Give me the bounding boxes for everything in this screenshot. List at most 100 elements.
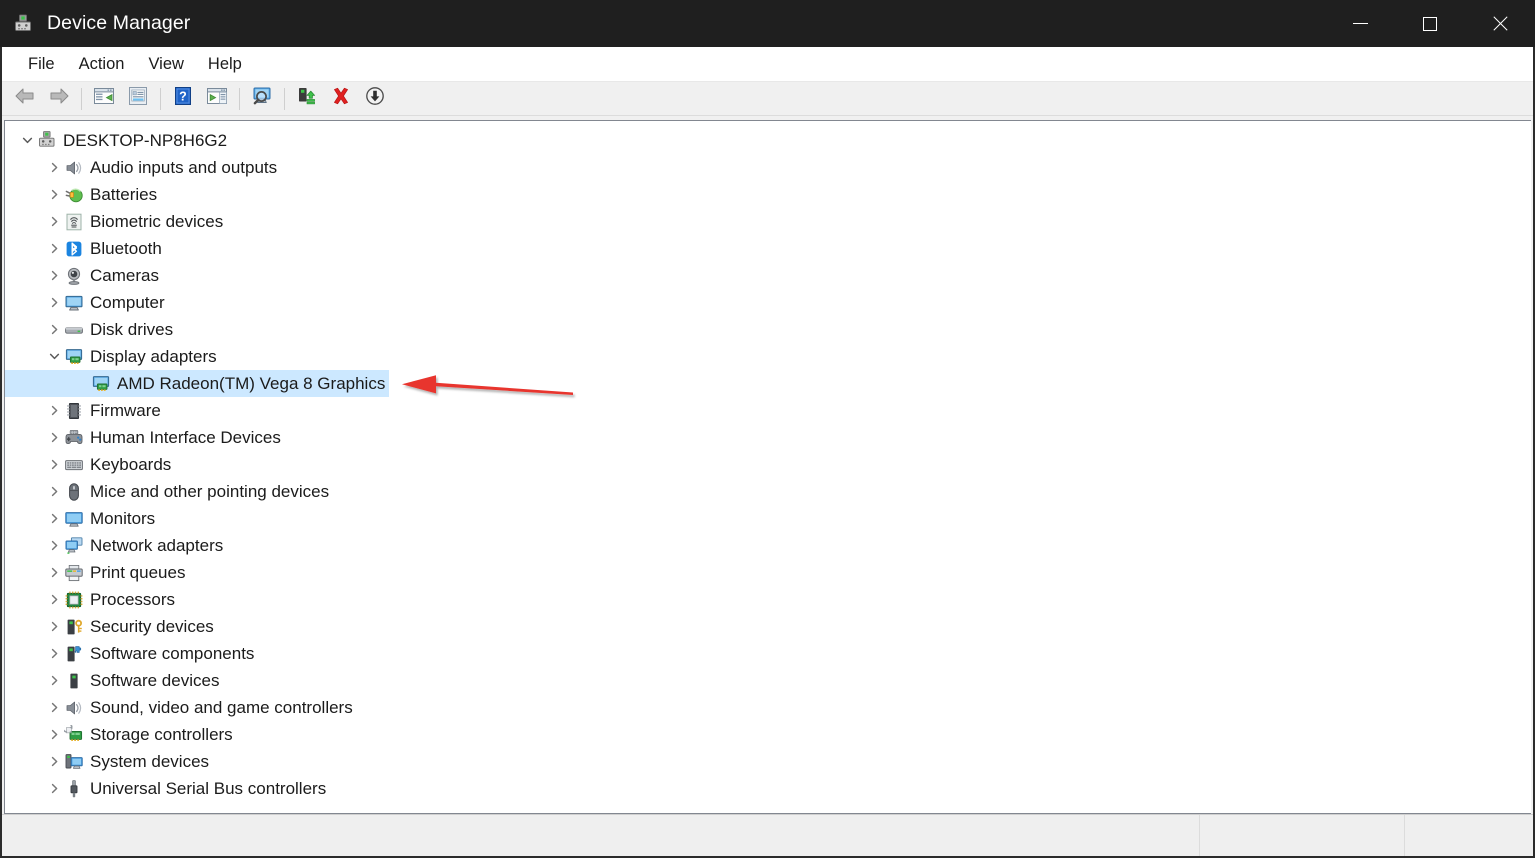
tree-node-bluetooth[interactable]: Bluetooth [5, 235, 166, 262]
chevron-right-icon[interactable] [45, 316, 63, 343]
chevron-right-icon[interactable] [45, 181, 63, 208]
scan-hardware-changes-button[interactable] [245, 84, 279, 114]
tree-node-computer[interactable]: Computer [5, 289, 169, 316]
forward-arrow-icon [47, 86, 71, 111]
back-button[interactable] [8, 84, 42, 114]
chevron-right-icon[interactable] [45, 586, 63, 613]
chevron-right-icon[interactable] [45, 721, 63, 748]
close-button[interactable] [1465, 0, 1535, 47]
menu-item-view[interactable]: View [136, 52, 195, 77]
tree-row[interactable]: AMD Radeon(TM) Vega 8 Graphics [5, 370, 1531, 397]
tree-row[interactable]: Bluetooth [5, 235, 1531, 262]
show-hide-console-tree-button[interactable] [87, 84, 121, 114]
tree-row[interactable]: Cameras [5, 262, 1531, 289]
tree-node-keyboards[interactable]: Keyboards [5, 451, 175, 478]
tree-node-disk-drives[interactable]: Disk drives [5, 316, 177, 343]
minimize-button[interactable] [1325, 0, 1395, 47]
tree-node-firmware[interactable]: Firmware [5, 397, 165, 424]
tree-row[interactable]: Monitors [5, 505, 1531, 532]
disable-device-button[interactable] [358, 84, 392, 114]
tree-row[interactable]: Universal Serial Bus controllers [5, 775, 1531, 802]
tree-row[interactable]: Computer [5, 289, 1531, 316]
tree-node-mice-and-other-pointing-devices[interactable]: Mice and other pointing devices [5, 478, 333, 505]
tree-node-monitors[interactable]: Monitors [5, 505, 159, 532]
chevron-right-icon[interactable] [45, 262, 63, 289]
tree-node-network-adapters[interactable]: Network adapters [5, 532, 227, 559]
toolbar-separator [239, 87, 240, 110]
tree-row[interactable]: Mice and other pointing devices [5, 478, 1531, 505]
tree-row[interactable]: Software devices [5, 667, 1531, 694]
tree-row[interactable]: Display adapters [5, 343, 1531, 370]
tree-row[interactable]: Disk drives [5, 316, 1531, 343]
chevron-down-icon[interactable] [45, 343, 63, 370]
tree-node-batteries[interactable]: Batteries [5, 181, 161, 208]
tree-node-cameras[interactable]: Cameras [5, 262, 163, 289]
tree-node-amd-radeon-vega-8-graphics[interactable]: AMD Radeon(TM) Vega 8 Graphics [5, 370, 390, 397]
menu-item-file[interactable]: File [16, 52, 67, 77]
maximize-button[interactable] [1395, 0, 1465, 47]
chevron-down-icon[interactable] [18, 127, 36, 154]
tree-node-system-devices[interactable]: System devices [5, 748, 213, 775]
chevron-right-icon[interactable] [45, 505, 63, 532]
tree-node-label: Human Interface Devices [90, 428, 281, 447]
tree-row[interactable]: Software components [5, 640, 1531, 667]
tree-row[interactable]: Keyboards [5, 451, 1531, 478]
chevron-right-icon[interactable] [45, 154, 63, 181]
chevron-right-icon[interactable] [45, 478, 63, 505]
tree-node-label: Sound, video and game controllers [90, 698, 353, 717]
update-driver-button[interactable] [290, 84, 324, 114]
tree-node-software-devices[interactable]: Software devices [5, 667, 223, 694]
tree-row[interactable]: Sound, video and game controllers [5, 694, 1531, 721]
device-tree[interactable]: DESKTOP-NP8H6G2 Audio inputs and outputs… [4, 120, 1531, 814]
tree-node-root[interactable]: DESKTOP-NP8H6G2 [5, 127, 231, 154]
chevron-right-icon[interactable] [45, 235, 63, 262]
tree-row[interactable]: System devices [5, 748, 1531, 775]
chevron-right-icon[interactable] [45, 640, 63, 667]
chevron-right-icon[interactable] [45, 208, 63, 235]
tree-node-display-adapters[interactable]: Display adapters [5, 343, 221, 370]
tree-row[interactable]: Firmware [5, 397, 1531, 424]
tree-row[interactable]: DESKTOP-NP8H6G2 [5, 127, 1531, 154]
chevron-right-icon[interactable] [45, 424, 63, 451]
tree-row[interactable]: Storage controllers [5, 721, 1531, 748]
properties-button[interactable] [121, 84, 155, 114]
title-bar[interactable]: Device Manager [0, 0, 1535, 47]
tree-row[interactable]: Human Interface Devices [5, 424, 1531, 451]
chevron-right-icon[interactable] [45, 289, 63, 316]
tree-node-processors[interactable]: Processors [5, 586, 179, 613]
chevron-right-icon[interactable] [45, 613, 63, 640]
tree-node-print-queues[interactable]: Print queues [5, 559, 189, 586]
help-button[interactable]: ? [166, 84, 200, 114]
chevron-right-icon[interactable] [45, 775, 63, 802]
tree-node-universal-serial-bus-controllers[interactable]: Universal Serial Bus controllers [5, 775, 330, 802]
tree-row[interactable]: Network adapters [5, 532, 1531, 559]
chevron-right-icon[interactable] [45, 667, 63, 694]
show-hide-action-pane-button[interactable] [200, 84, 234, 114]
tree-node-sound-video-and-game-controllers[interactable]: Sound, video and game controllers [5, 694, 357, 721]
chevron-right-icon[interactable] [45, 694, 63, 721]
uninstall-device-button[interactable] [324, 84, 358, 114]
tree-node-storage-controllers[interactable]: Storage controllers [5, 721, 237, 748]
tree-node-software-components[interactable]: Software components [5, 640, 258, 667]
tree-row[interactable]: Audio inputs and outputs [5, 154, 1531, 181]
chevron-right-icon[interactable] [45, 559, 63, 586]
tree-row[interactable]: Print queues [5, 559, 1531, 586]
chevron-right-icon[interactable] [45, 532, 63, 559]
tree-row[interactable]: Security devices [5, 613, 1531, 640]
disk-drive-icon [63, 319, 85, 341]
tree-node-biometric-devices[interactable]: Biometric devices [5, 208, 227, 235]
tree-row[interactable]: Biometric devices [5, 208, 1531, 235]
forward-button[interactable] [42, 84, 76, 114]
tree-node-human-interface-devices[interactable]: Human Interface Devices [5, 424, 285, 451]
tree-row[interactable]: Batteries [5, 181, 1531, 208]
computer-root-icon [36, 130, 58, 152]
speaker-icon [63, 697, 85, 719]
chevron-right-icon[interactable] [45, 397, 63, 424]
chevron-right-icon[interactable] [45, 451, 63, 478]
menu-item-help[interactable]: Help [196, 52, 254, 77]
tree-row[interactable]: Processors [5, 586, 1531, 613]
chevron-right-icon[interactable] [45, 748, 63, 775]
tree-node-audio-inputs-and-outputs[interactable]: Audio inputs and outputs [5, 154, 281, 181]
menu-item-action[interactable]: Action [67, 52, 137, 77]
tree-node-security-devices[interactable]: Security devices [5, 613, 218, 640]
